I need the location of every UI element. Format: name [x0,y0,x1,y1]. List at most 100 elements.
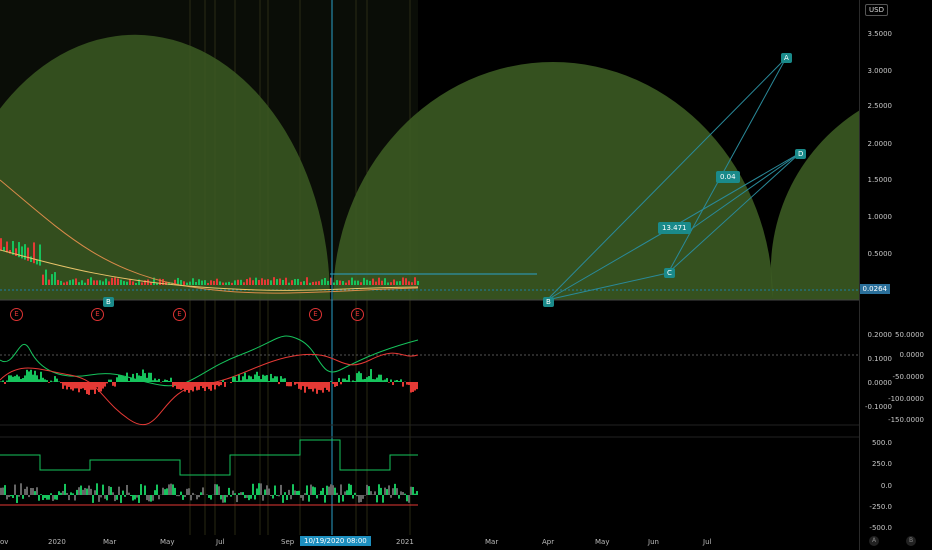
earnings-marker[interactable]: E [309,308,322,321]
osc-bar [66,382,68,390]
volume-bar [106,495,108,501]
volume-bar [402,492,404,495]
osc-bar [70,382,72,390]
osc-bar [240,380,242,382]
time-label: Sep [281,538,295,546]
osc-bar [296,382,298,384]
osc-bar [34,370,36,382]
volume-bar [252,483,254,495]
volume-bar [44,495,46,498]
candle [354,280,356,285]
corner-b-button[interactable]: B [906,536,916,546]
osc-bar [162,381,164,382]
candle [336,280,338,285]
volume-bar [16,495,18,503]
osc-bar [6,380,8,382]
candle [195,282,197,285]
volume-bar [102,484,104,495]
osc-bar [278,382,280,385]
point-label-b[interactable]: B [543,297,554,307]
osc-bar [270,373,272,382]
point-label-a[interactable]: A [781,53,792,63]
candle [96,280,98,285]
osc-bar [316,382,318,394]
volume-bar [230,495,232,497]
candle [369,280,371,285]
currency-badge[interactable]: USD [865,4,888,16]
volume-bar [208,495,210,498]
osc-bar [234,376,236,382]
candle [66,281,68,285]
candle [333,282,335,285]
volume-bar [412,486,414,495]
candle [225,282,227,285]
value-label[interactable]: 0.04 [716,171,740,183]
osc-axis-label-r: -100.0000 [888,395,924,403]
corner-a-button[interactable]: A [869,536,879,546]
candle [285,277,287,285]
osc-bar [48,382,50,383]
osc-bar [414,382,416,391]
osc-bar [146,377,148,382]
osc-axis-label-r: 0.0000 [899,351,925,359]
osc-bar [304,382,306,393]
osc-bar [14,376,16,382]
candle [141,282,143,285]
osc-axis-label: -0.1000 [864,403,892,411]
osc-bar [412,382,414,392]
volume-bar [324,495,326,503]
candle [0,238,2,250]
volume-bar [334,487,336,495]
candle [291,280,293,285]
volume-bar [144,485,146,495]
earnings-marker[interactable]: E [173,308,186,321]
volume-bar [352,495,354,499]
osc-bar [336,382,338,387]
osc-bar [112,382,114,386]
volume-bar [150,495,152,502]
volume-bar [182,495,184,500]
osc-bar [250,376,252,382]
osc-bar [104,382,106,387]
earnings-marker[interactable]: E [10,308,23,321]
volume-bar [336,492,338,495]
axis-label: 1.0000 [867,213,893,221]
volume-bar [188,488,190,495]
point-label-d[interactable]: D [795,149,807,159]
volume-bar [60,492,62,495]
value-label[interactable]: 13.471 [658,222,691,234]
volume-bar [368,486,370,495]
osc-bar [164,379,166,382]
osc-bar [198,382,200,390]
volume-bar [248,495,250,501]
volume-bar [350,484,352,495]
volume-bar [0,487,2,495]
candle [276,279,278,285]
osc-bar [284,378,286,382]
volume-bar [192,492,194,495]
price-axis[interactable] [859,0,932,550]
point-label-c[interactable]: C [664,268,675,278]
osc-bar [60,382,62,384]
volume-bar [348,483,350,495]
osc-bar [196,382,198,391]
osc-bar [210,382,212,391]
earnings-marker[interactable]: E [91,308,104,321]
time-label: Jun [648,538,659,546]
osc-bar [126,372,128,382]
volume-bar [114,495,116,502]
volume-bar [28,495,30,498]
candle [48,279,50,285]
chart-canvas[interactable] [0,0,932,550]
candle [60,280,62,285]
point-label-b-left[interactable]: B [103,297,114,307]
candle [210,280,212,285]
candle [69,280,71,285]
osc-bar [0,381,2,382]
volume-bar [332,485,334,495]
candle [348,280,350,285]
osc-bar [4,382,6,384]
osc-bar [308,382,310,390]
earnings-marker[interactable]: E [351,308,364,321]
candle [216,278,218,285]
